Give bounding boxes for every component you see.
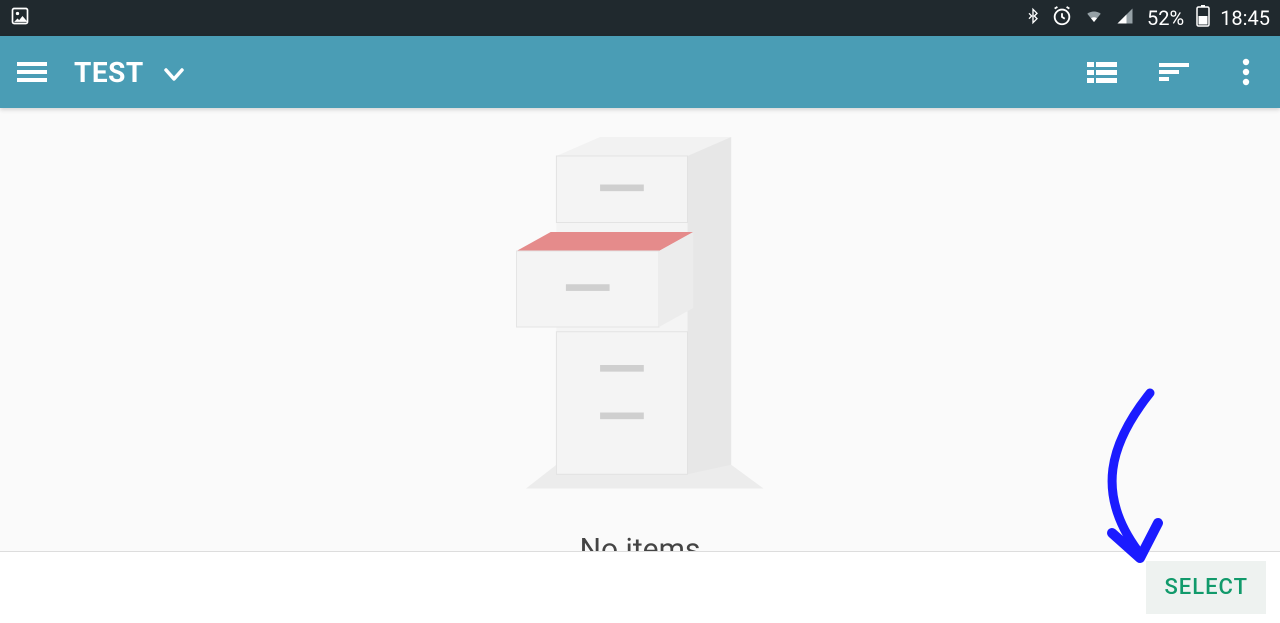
alarm-icon	[1051, 5, 1073, 32]
empty-cabinet-illustration	[490, 118, 790, 502]
battery-icon	[1196, 5, 1210, 32]
view-list-button[interactable]	[1086, 56, 1118, 88]
overflow-menu-button[interactable]	[1230, 56, 1262, 88]
image-icon	[10, 6, 30, 31]
chevron-down-icon	[164, 56, 184, 89]
main-content: No items	[0, 108, 1280, 623]
app-title-text: TEST	[74, 56, 144, 89]
signal-icon	[1115, 6, 1135, 30]
sort-button[interactable]	[1158, 56, 1190, 88]
clock-text: 18:45	[1220, 6, 1270, 30]
bottom-bar: SELECT	[0, 551, 1280, 623]
wifi-icon	[1083, 6, 1105, 30]
battery-percent: 52%	[1147, 6, 1184, 30]
status-bar: 52% 18:45	[0, 0, 1280, 36]
app-bar: TEST	[0, 36, 1280, 108]
bluetooth-icon	[1025, 5, 1041, 32]
menu-button[interactable]	[16, 56, 48, 88]
folder-dropdown[interactable]: TEST	[74, 56, 184, 89]
select-button[interactable]: SELECT	[1146, 561, 1266, 614]
